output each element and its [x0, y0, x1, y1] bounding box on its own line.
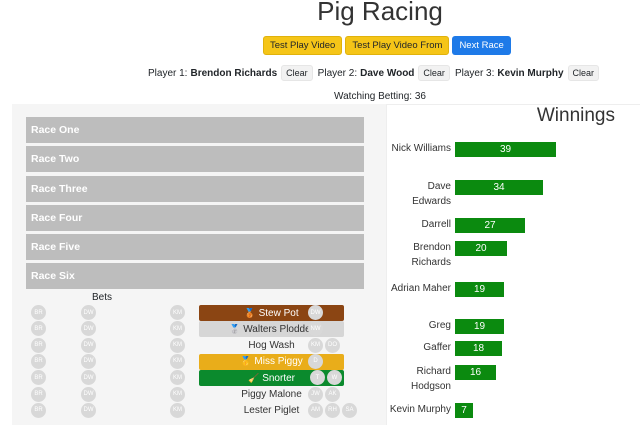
- bet-row: BR DW KM Hog Wash KM DO: [12, 337, 386, 354]
- bet-chip-br[interactable]: BR: [31, 305, 46, 320]
- bet-chip-dw[interactable]: DW: [81, 321, 96, 337]
- pig-bet-chip: KM: [308, 337, 323, 353]
- bet-chip-dw[interactable]: DW: [81, 386, 96, 402]
- winnings-bar: 19: [455, 282, 504, 297]
- pig-bet-chip: RH: [325, 402, 340, 418]
- race-six-accordion[interactable]: Race Six: [26, 263, 364, 289]
- winnings-name: Nick Williams: [391, 143, 451, 154]
- pig-bet-chip: DW: [308, 305, 323, 320]
- bet-chip-km[interactable]: KM: [170, 386, 185, 402]
- watching-betting-status: Watching Betting: 36: [334, 91, 426, 102]
- race-five-accordion[interactable]: Race Five: [26, 234, 364, 260]
- races-panel: Race One Race Two Race Three Race Four R…: [12, 104, 386, 425]
- pig-name: Stew Pot: [258, 307, 299, 319]
- winnings-bar: 27: [455, 218, 525, 233]
- winnings-bar: 34: [455, 180, 543, 195]
- bet-chip-km[interactable]: KM: [170, 353, 185, 369]
- bet-chip-km[interactable]: KM: [170, 370, 185, 386]
- player-3-name: Kevin Murphy: [497, 67, 564, 79]
- winnings-name: Brendon Richards: [411, 242, 451, 268]
- bet-chip-dw[interactable]: DW: [81, 305, 96, 320]
- player-2-clear-button[interactable]: Clear: [418, 65, 450, 81]
- winnings-name: Gaffer: [423, 342, 451, 353]
- player-1-label: Player 1:: [148, 67, 188, 79]
- winnings-name: Adrian Maher: [390, 283, 451, 294]
- medal-icon: 🥈: [229, 323, 241, 334]
- player-2-label: Player 2:: [317, 67, 358, 79]
- race-four-accordion[interactable]: Race Four: [26, 205, 364, 231]
- winnings-name: Greg: [428, 320, 451, 331]
- winnings-bar: 19: [455, 319, 504, 334]
- bet-chip-br[interactable]: BR: [31, 402, 46, 418]
- pig-name: Walters Plodder: [243, 323, 314, 335]
- bet-chip-km[interactable]: KM: [170, 337, 185, 353]
- pig-bet-chip: DO: [325, 337, 340, 353]
- bet-chip-km[interactable]: KM: [170, 321, 185, 337]
- winnings-bar: 20: [455, 241, 507, 256]
- bets-heading: Bets: [92, 292, 113, 303]
- pig-name: Snorter: [262, 372, 295, 384]
- race-one-accordion[interactable]: Race One: [26, 117, 364, 143]
- broom-icon: 🧹: [247, 372, 260, 383]
- bet-chip-dw[interactable]: DW: [81, 337, 96, 353]
- player-3-clear-button[interactable]: Clear: [567, 65, 600, 81]
- bet-chip-dw[interactable]: DW: [81, 353, 96, 369]
- pig-name: Hog Wash: [248, 340, 295, 352]
- bet-chip-dw[interactable]: DW: [81, 402, 96, 418]
- pig-name: Lester Piglet: [243, 405, 300, 417]
- bet-chip-km[interactable]: KM: [170, 305, 185, 320]
- page-title: Pig Racing: [317, 0, 443, 26]
- winnings-name: Dave Edwards: [412, 181, 451, 207]
- winnings-bar: 18: [455, 341, 502, 356]
- player-1-name: Brendon Richards: [190, 67, 278, 79]
- bet-chip-br[interactable]: BR: [31, 370, 46, 386]
- winnings-bar: 16: [455, 365, 496, 380]
- player-2-name: Dave Wood: [360, 67, 415, 79]
- player-3-label: Player 3:: [454, 67, 495, 79]
- pig-bet-chip: SA: [342, 402, 357, 418]
- winnings-name: Richard Hodgson: [410, 366, 451, 392]
- winnings-heading: Winnings: [536, 105, 615, 126]
- bet-row: BR DW KM 🥇 Miss Piggy D: [12, 353, 386, 370]
- toolbar: Test Play Video Test Play Video From Nex…: [263, 36, 511, 55]
- race-two-accordion[interactable]: Race Two: [26, 146, 364, 172]
- bet-row: BR DW KM 🧹 Snorter T W: [12, 370, 386, 387]
- bet-chip-dw[interactable]: DW: [81, 370, 96, 386]
- pig-bet-chip: AK: [325, 386, 340, 402]
- race-three-accordion[interactable]: Race Three: [26, 176, 364, 202]
- winnings-bar: 39: [455, 142, 556, 157]
- winnings-panel: Winnings Nick Williams 39 Dave Edwards 34 Da…: [386, 104, 640, 425]
- bet-row: BR DW KM 🥈 Walters Plodder NW: [12, 321, 386, 338]
- test-play-video-from-button[interactable]: Test Play Video From: [345, 36, 450, 55]
- test-play-video-button[interactable]: Test Play Video: [263, 36, 343, 55]
- players-bar: Player 1: Brendon Richards Clear Player …: [148, 65, 604, 81]
- medal-icon: 🥇: [240, 356, 252, 367]
- bet-row: BR DW KM Piggy Malone JW AK: [12, 386, 386, 403]
- medal-icon: 🥉: [244, 307, 256, 318]
- winnings-name: Kevin Murphy: [389, 404, 451, 415]
- pig-name: Miss Piggy: [254, 356, 303, 368]
- player-1-clear-button[interactable]: Clear: [281, 65, 313, 81]
- pig-bet-chip: JW: [308, 386, 323, 402]
- bet-chip-br[interactable]: BR: [31, 386, 46, 402]
- winnings-name: Darrell: [421, 219, 451, 230]
- winnings-bar: 7: [455, 403, 473, 418]
- next-race-button[interactable]: Next Race: [452, 36, 511, 55]
- pig-name: Piggy Malone: [241, 389, 302, 400]
- bet-row: BR DW KM 🥉 Stew Pot DW: [12, 305, 386, 321]
- pig-bet-chip: AM: [308, 402, 323, 418]
- bet-chip-br[interactable]: BR: [31, 337, 46, 353]
- bet-chip-br[interactable]: BR: [31, 353, 46, 369]
- pig-bet-chip: D: [308, 353, 323, 369]
- bet-row: BR DW KM Lester Piglet AM RH SA: [12, 402, 386, 419]
- bet-chip-br[interactable]: BR: [31, 321, 46, 337]
- bet-chip-km[interactable]: KM: [170, 402, 185, 418]
